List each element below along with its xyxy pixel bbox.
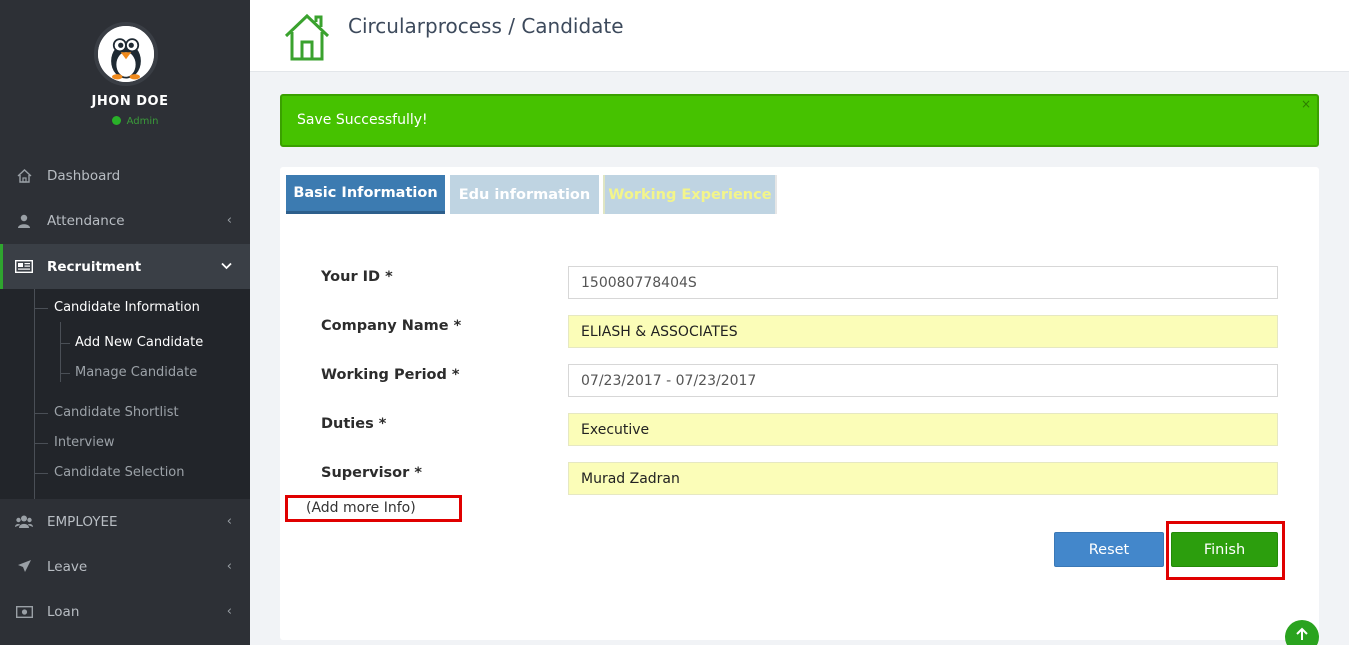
chevron-down-icon xyxy=(221,259,232,274)
your-id-label: Your ID * xyxy=(321,269,393,285)
supervisor-label: Supervisor * xyxy=(321,465,422,481)
sidebar-item-label: Attendance xyxy=(47,212,125,229)
sidebar-item-employee[interactable]: EMPLOYEE ‹ xyxy=(0,499,250,544)
sidebar-sub-manage-candidate[interactable]: Manage Candidate xyxy=(59,365,197,380)
duties-label: Duties * xyxy=(321,416,387,432)
close-icon[interactable]: × xyxy=(1301,97,1311,111)
avatar[interactable] xyxy=(94,22,158,86)
candidate-form-card: Basic Information Edu information Workin… xyxy=(280,167,1319,640)
sidebar-item-label: Recruitment xyxy=(47,258,142,275)
sidebar-sub-add-new-candidate[interactable]: Add New Candidate xyxy=(59,335,203,350)
sidebar-item-label: Leave xyxy=(47,558,88,575)
chevron-left-icon: ‹ xyxy=(226,604,232,619)
working-period-label: Working Period * xyxy=(321,367,460,383)
sidebar-item-label: Loan xyxy=(47,603,80,620)
sidebar: JHON DOE Admin Dashboard Attendance ‹ Re… xyxy=(0,0,250,645)
tabs-divider xyxy=(775,175,777,214)
users-icon xyxy=(14,514,34,530)
working-period-field[interactable] xyxy=(568,364,1278,397)
alert-message: Save Successfully! xyxy=(297,112,428,128)
tab-edu-information[interactable]: Edu information xyxy=(450,175,599,214)
duties-field[interactable] xyxy=(568,413,1278,446)
company-name-field[interactable] xyxy=(568,315,1278,348)
add-more-info-link[interactable]: (Add more Info) xyxy=(285,495,462,522)
user-profile: JHON DOE Admin xyxy=(0,0,250,150)
sidebar-item-dashboard[interactable]: Dashboard xyxy=(0,153,250,198)
newspaper-icon xyxy=(14,259,34,275)
sidebar-item-leave[interactable]: Leave ‹ xyxy=(0,544,250,589)
success-alert: Save Successfully! × xyxy=(280,94,1319,147)
sidebar-item-label: EMPLOYEE xyxy=(47,513,118,530)
finish-button[interactable]: Finish xyxy=(1171,532,1278,567)
arrow-up-icon xyxy=(1295,626,1309,645)
user-icon xyxy=(14,213,34,229)
page-header: Circularprocess / Candidate xyxy=(250,0,1349,72)
user-role: Admin xyxy=(0,116,270,127)
sidebar-sub-interview[interactable]: Interview xyxy=(33,435,114,450)
chevron-left-icon: ‹ xyxy=(226,559,232,574)
sidebar-sub-candidate-selection[interactable]: Candidate Selection xyxy=(34,465,185,480)
user-name: JHON DOE xyxy=(91,94,169,109)
sidebar-item-loan[interactable]: Loan ‹ xyxy=(0,589,250,634)
submenu-tree-line xyxy=(34,289,35,499)
your-id-field[interactable] xyxy=(568,266,1278,299)
home-icon xyxy=(14,168,34,184)
user-role-label: Admin xyxy=(126,116,159,127)
tab-basic-information[interactable]: Basic Information xyxy=(286,175,445,214)
online-status-dot xyxy=(111,116,121,125)
sidebar-item-recruitment[interactable]: Recruitment xyxy=(0,244,250,289)
chevron-left-icon: ‹ xyxy=(226,213,232,228)
home-icon xyxy=(283,12,331,62)
sidebar-item-label: Dashboard xyxy=(47,167,121,184)
reset-button[interactable]: Reset xyxy=(1054,532,1164,567)
page-title: Circularprocess / Candidate xyxy=(348,14,624,38)
company-name-label: Company Name * xyxy=(321,318,462,334)
tab-working-experience[interactable]: Working Experience xyxy=(603,175,775,214)
money-icon xyxy=(14,604,34,620)
chevron-left-icon: ‹ xyxy=(226,514,232,529)
plane-icon xyxy=(14,559,34,575)
sidebar-sub-candidate-information[interactable]: Candidate Information xyxy=(34,300,200,315)
supervisor-field[interactable] xyxy=(568,462,1278,495)
sidebar-item-attendance[interactable]: Attendance ‹ xyxy=(0,198,250,243)
sidebar-sub-candidate-shortlist[interactable]: Candidate Shortlist xyxy=(34,405,179,420)
